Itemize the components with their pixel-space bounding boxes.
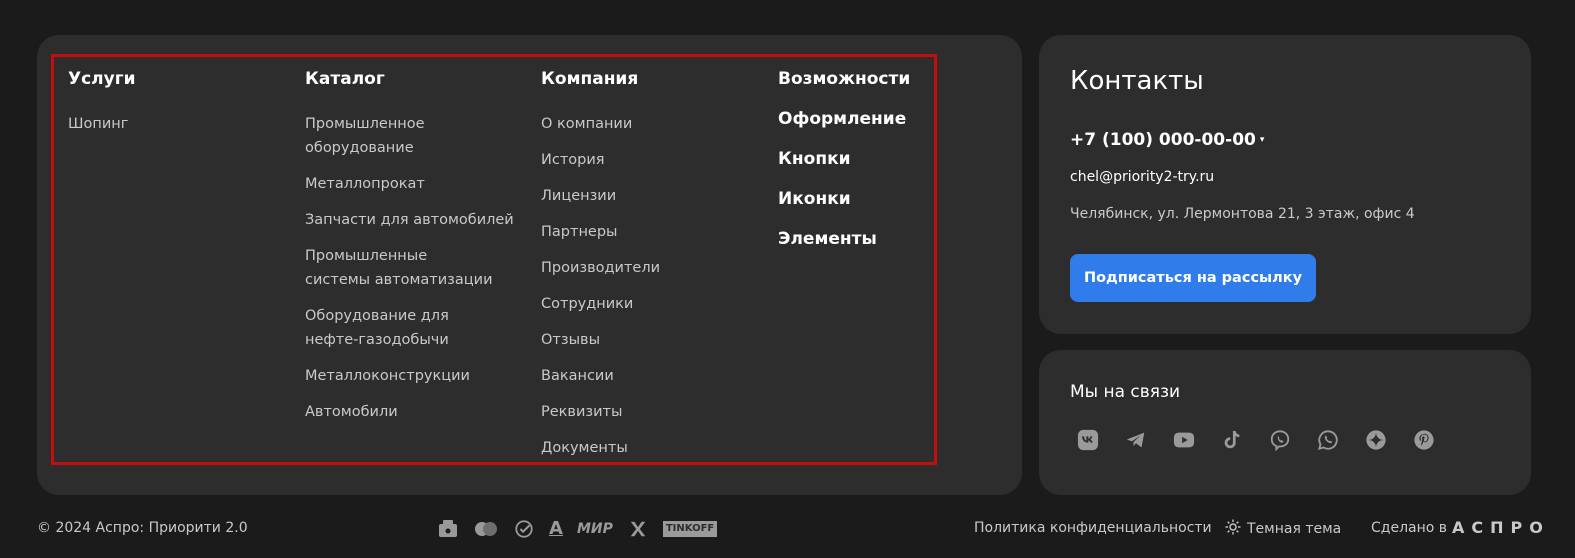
social-icons [1076, 428, 1436, 452]
menu-link[interactable]: Партнеры [541, 220, 761, 244]
theme-label[interactable]: Темная тема [1247, 521, 1341, 537]
payment-methods: A МИР TINKOFF [437, 518, 718, 539]
subscribe-button[interactable]: Подписаться на рассылку [1070, 254, 1316, 302]
phone-number[interactable]: +7 (100) 000-00-00 [1070, 130, 1256, 150]
sbp-check-icon [513, 519, 535, 539]
menu-column-title[interactable]: Услуги [68, 67, 288, 91]
email-link[interactable]: chel@priority2-try.ru [1070, 169, 1214, 185]
copyright-text: © 2024 Аспро: Приорити 2.0 [37, 520, 248, 536]
menu-link[interactable]: Оформление [778, 107, 998, 131]
phone-dropdown[interactable]: +7 (100) 000-00-00 ▾ [1070, 130, 1264, 150]
telegram-icon[interactable] [1124, 428, 1148, 452]
menu-link[interactable]: Автомобили [305, 400, 525, 424]
menu-column-services: Услуги Шопинг [68, 67, 288, 148]
menu-link[interactable]: Производители [541, 256, 761, 280]
mir-logo: МИР [576, 520, 613, 537]
menu-link[interactable]: Сотрудники [541, 292, 761, 316]
pinterest-icon[interactable] [1412, 428, 1436, 452]
social-title: Мы на связи [1070, 382, 1181, 402]
menu-link[interactable]: Оборудование для нефте-газодобычи [305, 304, 505, 352]
menu-link[interactable]: Шопинг [68, 112, 288, 136]
menu-link[interactable]: История [541, 148, 761, 172]
menu-link[interactable]: Промышленное оборудование [305, 112, 435, 160]
menu-column-title[interactable]: Возможности [778, 67, 998, 91]
contacts-title: Контакты [1070, 66, 1204, 96]
menu-link[interactable]: Металлоконструкции [305, 364, 525, 388]
menu-column-title[interactable]: Компания [541, 67, 761, 91]
theme-toggle[interactable]: Темная тема [1225, 519, 1341, 539]
menu-column-company: Компания О компании История Лицензии Пар… [541, 67, 761, 472]
alfa-bank-logo: A [549, 518, 563, 539]
menu-link[interactable]: Документы [541, 436, 761, 460]
tinkoff-logo: TINKOFF [662, 520, 718, 537]
privacy-policy-link[interactable]: Политика конфиденциальности [974, 520, 1212, 536]
menu-link[interactable]: Отзывы [541, 328, 761, 352]
tiktok-icon[interactable] [1220, 428, 1244, 452]
menu-link[interactable]: О компании [541, 112, 761, 136]
zen-icon[interactable] [1364, 428, 1388, 452]
menu-link[interactable]: Иконки [778, 187, 998, 211]
vk-icon[interactable] [1076, 428, 1100, 452]
payment-terminal-icon [437, 519, 459, 539]
menu-link[interactable]: Вакансии [541, 364, 761, 388]
menu-link[interactable]: Металлопрокат [305, 172, 525, 196]
viber-icon[interactable] [1268, 428, 1292, 452]
menu-link[interactable]: Промышленные системы автоматизации [305, 244, 495, 292]
menu-column-catalog: Каталог Промышленное оборудование Металл… [305, 67, 525, 436]
mastercard-icon [473, 519, 499, 539]
chevron-down-icon[interactable]: ▾ [1260, 135, 1265, 145]
aspro-logo[interactable]: АСПРО [1452, 518, 1550, 537]
menu-column-title[interactable]: Каталог [305, 67, 525, 91]
menu-column-features: Возможности Оформление Кнопки Иконки Эле… [778, 67, 998, 267]
menu-link[interactable]: Запчасти для автомобилей [305, 208, 525, 232]
menu-link[interactable]: Кнопки [778, 147, 998, 171]
sun-icon[interactable] [1225, 519, 1241, 539]
youtube-icon[interactable] [1172, 428, 1196, 452]
whatsapp-icon[interactable] [1316, 428, 1340, 452]
x-logo-icon [627, 519, 649, 539]
made-by-text: Сделано в [1371, 520, 1448, 536]
social-card [1039, 350, 1531, 495]
menu-link[interactable]: Элементы [778, 227, 998, 251]
menu-link[interactable]: Лицензии [541, 184, 761, 208]
menu-link[interactable]: Реквизиты [541, 400, 761, 424]
address-text: Челябинск, ул. Лермонтова 21, 3 этаж, оф… [1070, 206, 1415, 222]
